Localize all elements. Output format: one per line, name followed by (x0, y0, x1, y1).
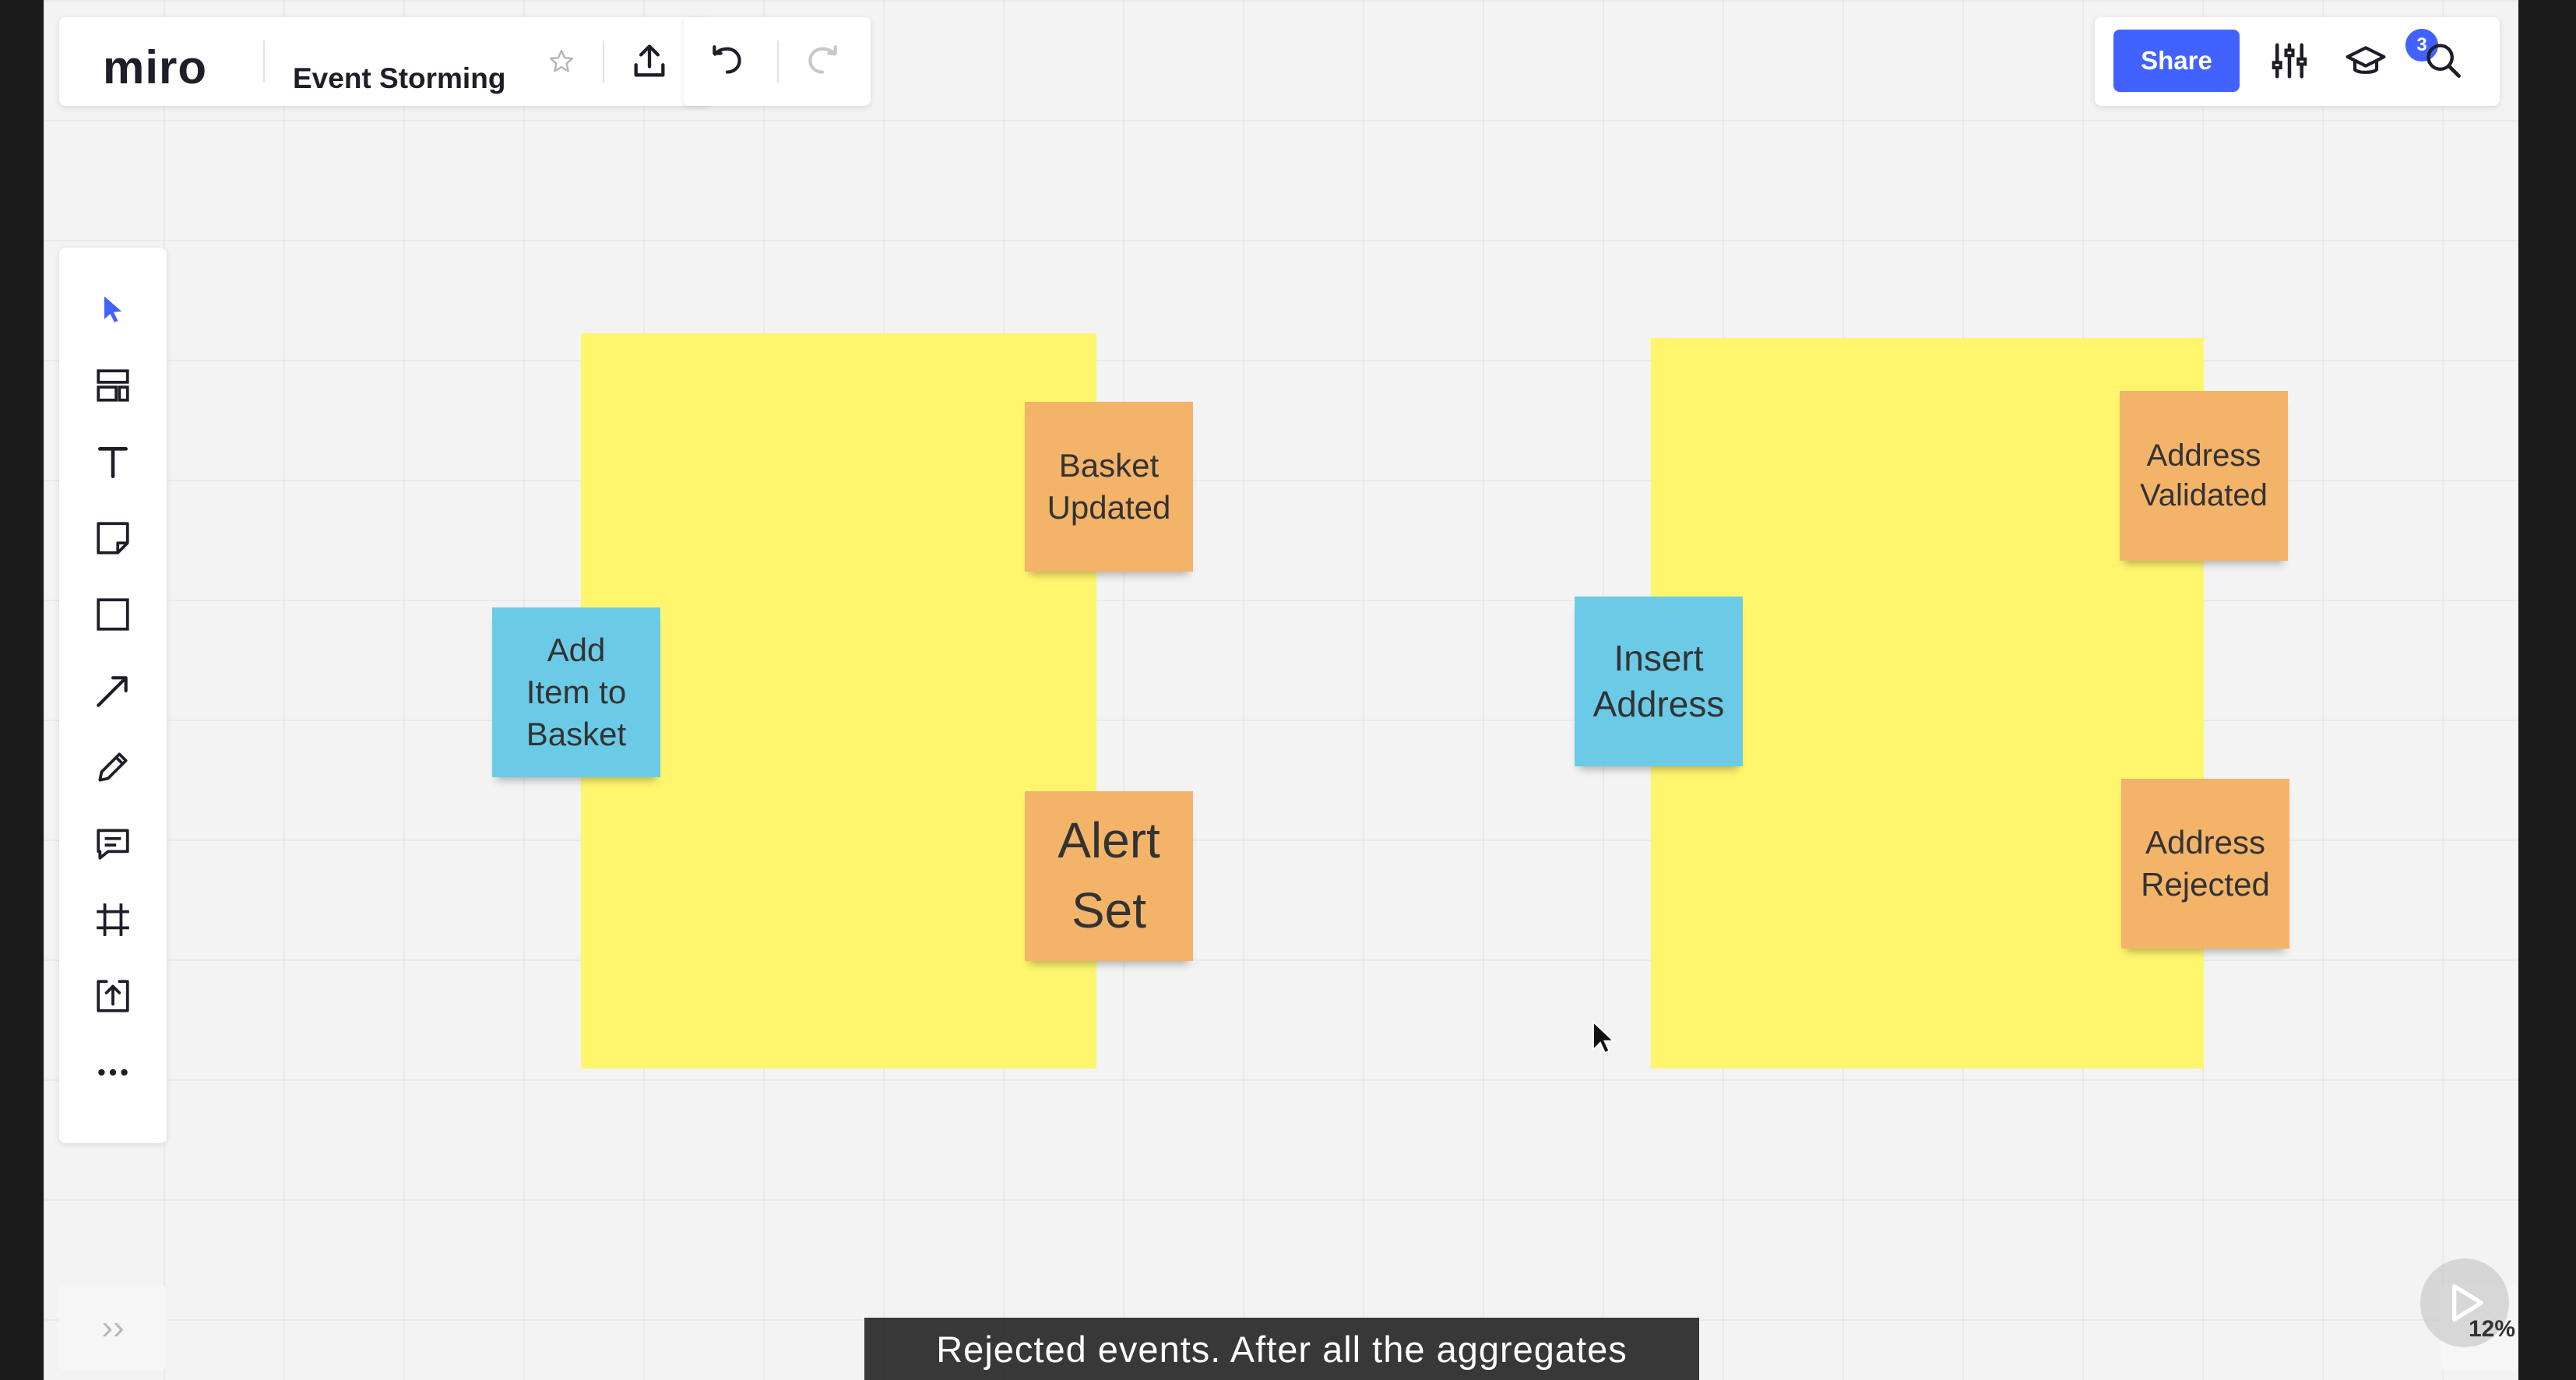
sticky-note-tool[interactable] (83, 508, 143, 569)
star-icon[interactable] (544, 44, 579, 79)
learning-center-icon[interactable] (2341, 37, 2391, 87)
sticky-note-command[interactable]: Insert Address (1575, 597, 1743, 766)
frame-icon (97, 903, 129, 936)
more-icon (98, 1068, 128, 1076)
select-icon (104, 296, 121, 323)
miro-logo[interactable]: miro (103, 40, 207, 94)
zoom-level[interactable]: 12% (2469, 1316, 2515, 1343)
whiteboard-canvas[interactable]: miro Event Storming Share 3 Add Item to … (44, 0, 2518, 1380)
select-tool[interactable] (83, 279, 143, 340)
templates-tool[interactable] (83, 355, 143, 416)
redo-icon[interactable] (799, 40, 846, 83)
history-panel (684, 17, 871, 106)
settings-sliders-icon[interactable] (2266, 37, 2313, 84)
pen-icon (98, 752, 128, 782)
board-name[interactable]: Event Storming (293, 62, 505, 95)
pen-tool[interactable] (83, 737, 143, 797)
sticky-note-event[interactable]: Basket Updated (1025, 402, 1193, 572)
sticky-note-event[interactable]: Address Rejected (2121, 779, 2289, 949)
share-button[interactable]: Share (2113, 30, 2240, 92)
comment-icon (97, 829, 129, 860)
sticky-note-command[interactable]: Add Item to Basket (492, 607, 660, 777)
divider (777, 40, 779, 83)
arrow-line-icon (97, 676, 128, 707)
more-tools[interactable] (83, 1042, 143, 1103)
expand-panel-button[interactable]: ›› (59, 1285, 167, 1371)
shape-tool[interactable] (83, 584, 143, 645)
search-icon[interactable] (2420, 37, 2467, 84)
mouse-cursor-icon (1592, 1019, 1617, 1060)
text-tool[interactable] (83, 431, 143, 492)
divider (603, 40, 604, 83)
sticky-note-event[interactable]: Address Validated (2120, 391, 2288, 561)
sticky-note-event[interactable]: Alert Set (1025, 791, 1193, 961)
video-subtitle-caption: Rejected events. After all the aggregate… (864, 1318, 1699, 1380)
divider (263, 40, 265, 83)
sticky-note-icon (97, 522, 129, 554)
upload-icon (97, 980, 129, 1012)
comment-tool[interactable] (83, 813, 143, 874)
shape-icon (97, 598, 129, 631)
tools-toolbar (59, 248, 167, 1143)
undo-icon[interactable] (704, 40, 751, 83)
upload-tool[interactable] (83, 966, 143, 1026)
templates-icon (97, 369, 129, 402)
export-icon[interactable] (626, 40, 673, 83)
text-icon (98, 447, 128, 479)
board-title-panel: miro Event Storming (59, 17, 712, 106)
arrow-line-tool[interactable] (83, 660, 143, 721)
frame-tool[interactable] (83, 889, 143, 950)
